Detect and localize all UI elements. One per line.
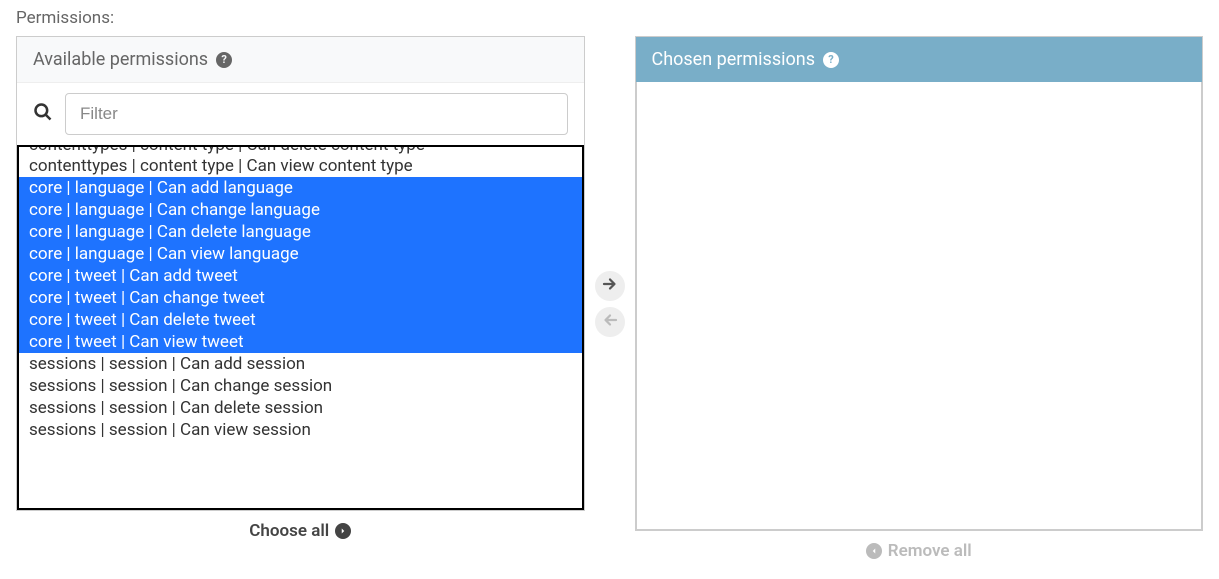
chosen-title: Chosen permissions	[652, 49, 816, 70]
arrow-right-icon	[601, 275, 619, 296]
list-item[interactable]: contenttypes | content type | Can delete…	[19, 147, 582, 155]
help-icon[interactable]: ?	[216, 52, 232, 68]
chevron-right-icon	[335, 523, 351, 539]
list-item[interactable]: sessions | session | Can change session	[19, 375, 582, 397]
remove-all-label: Remove all	[888, 541, 972, 561]
chevron-left-icon	[866, 543, 882, 559]
add-button[interactable]	[595, 271, 625, 301]
available-panel: Available permissions ? contenttypes | c…	[16, 36, 585, 511]
remove-all-link[interactable]: Remove all	[635, 531, 1204, 571]
search-icon	[33, 102, 53, 126]
list-item[interactable]: core | tweet | Can add tweet	[19, 265, 582, 287]
permissions-label: Permissions:	[16, 8, 1203, 28]
list-item[interactable]: core | language | Can change language	[19, 199, 582, 221]
choose-all-link[interactable]: Choose all	[16, 511, 585, 551]
list-item[interactable]: sessions | session | Can view session	[19, 419, 582, 441]
list-item[interactable]: core | tweet | Can delete tweet	[19, 309, 582, 331]
available-column: Available permissions ? contenttypes | c…	[16, 36, 585, 571]
list-item[interactable]: sessions | session | Can add session	[19, 353, 582, 375]
chooser-buttons	[595, 271, 625, 337]
chosen-panel: Chosen permissions ?	[635, 36, 1204, 531]
list-item[interactable]: sessions | session | Can delete session	[19, 397, 582, 419]
available-header: Available permissions ?	[17, 37, 584, 83]
choose-all-label: Choose all	[249, 521, 329, 541]
list-item[interactable]: core | language | Can delete language	[19, 221, 582, 243]
list-item[interactable]: core | tweet | Can view tweet	[19, 331, 582, 353]
filter-row	[17, 83, 584, 145]
list-item[interactable]: core | language | Can view language	[19, 243, 582, 265]
available-title: Available permissions	[33, 49, 208, 70]
permissions-widget: Available permissions ? contenttypes | c…	[16, 36, 1203, 571]
list-item[interactable]: contenttypes | content type | Can view c…	[19, 155, 582, 177]
available-list[interactable]: contenttypes | content type | Can delete…	[17, 145, 584, 510]
list-item[interactable]: core | language | Can add language	[19, 177, 582, 199]
filter-input[interactable]	[65, 93, 568, 135]
remove-button[interactable]	[595, 307, 625, 337]
chosen-column: Chosen permissions ? Remove all	[635, 36, 1204, 571]
chosen-list[interactable]	[636, 82, 1203, 530]
list-item[interactable]: core | tweet | Can change tweet	[19, 287, 582, 309]
arrow-left-icon	[601, 311, 619, 332]
help-icon[interactable]: ?	[823, 52, 839, 68]
chosen-header: Chosen permissions ?	[636, 37, 1203, 82]
